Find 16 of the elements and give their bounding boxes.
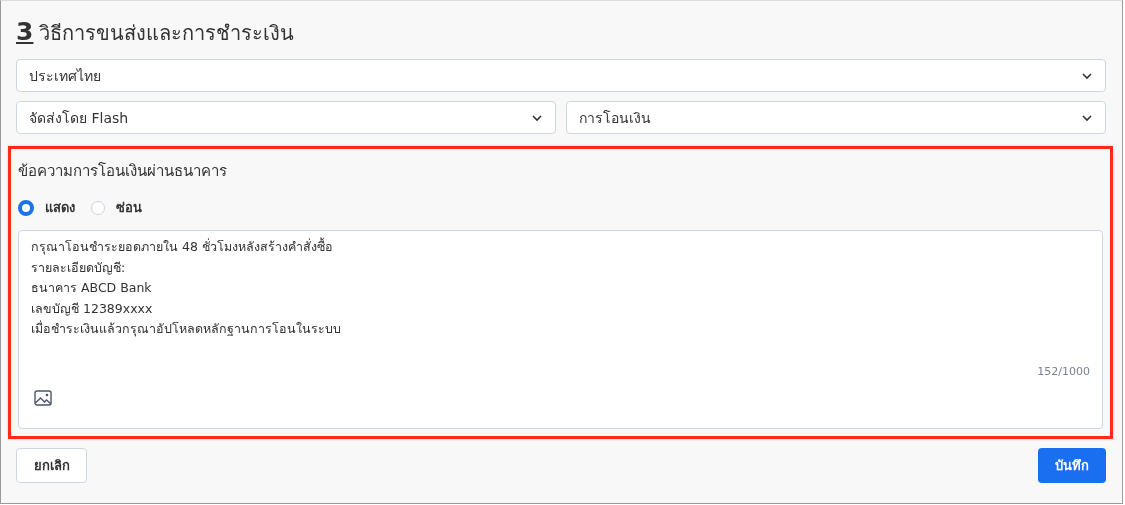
save-button[interactable]: บันทึก	[1038, 448, 1106, 483]
step-number: 3	[16, 17, 34, 46]
chevron-icon	[1081, 71, 1093, 80]
field-label: ข้อความการโอนเงินผ่านธนาคาร	[18, 161, 228, 182]
country-select[interactable]: ประเทศไทย	[16, 59, 1106, 92]
chevron-icon	[531, 113, 543, 122]
radio-option[interactable]: แสดง	[18, 197, 75, 218]
message-field[interactable]: กรุณาโอนชำระยอดภายใน 48 ชั่วโมงหลังสร้างคำสั่งซื้อ รายละเอียดบัญชี: ธนาคาร ABCD Bank เลขบัญชี 12389xxxx เมื่อชำระเงินแล้วกรุณาอัปโหลดหลักฐานการโอนในระบบ 152/1000	[18, 230, 1103, 429]
chevron-icon	[1081, 113, 1093, 122]
radio-option[interactable]: ซ่อน	[91, 197, 142, 218]
cancel-button[interactable]: ยกเลิก	[16, 448, 87, 483]
section-title: วิธีการขนส่งและการชำระเงิน	[39, 20, 295, 47]
payment-select[interactable]: การโอนเงิน	[566, 101, 1106, 134]
image-icon[interactable]	[34, 390, 52, 406]
character-counter: 152/1000	[1037, 363, 1090, 380]
shipping-select[interactable]: จัดส่งโดย Flash	[16, 101, 556, 134]
